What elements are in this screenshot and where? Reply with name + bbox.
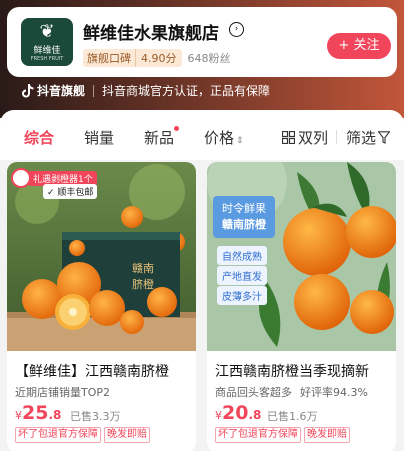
product-image[interactable]: 时令鲜果 赣南脐橙 自然成熟 产地直发 皮薄多汁 <box>207 162 396 351</box>
product-subtitle-text: 商品回头客超多 <box>215 386 292 399</box>
logo-subtext: FRESH FRUIT <box>30 55 64 62</box>
sort-comprehensive[interactable]: 综合 <box>24 127 54 148</box>
shop-info-card: ❦ 鲜维佳 FRESH FRUIT 鲜维佳水果旗舰店 › 旗舰口碑 4.90分 … <box>7 7 397 77</box>
product-subtitle: 商品回头客超多 好评率94.3% <box>215 384 368 400</box>
product-tags: 坏了包退官方保障 晚发即赔 <box>15 427 153 443</box>
price-integer: 25 <box>22 402 49 424</box>
rating-score: 4.90分 <box>135 49 182 67</box>
product-title[interactable]: 【鲜维佳】江西赣南脐橙 <box>15 361 169 381</box>
product-card[interactable]: 赣南 脐橙 礼遇剥橙器1个 ✓ 顺丰包邮 【鲜维佳】江西赣南脐橙 近期店铺销量T… <box>7 162 196 451</box>
price-decimal: .8 <box>48 408 62 422</box>
filter-label: 筛选 <box>346 129 377 147</box>
sort-price[interactable]: 价格 ⇕ <box>204 127 244 148</box>
layout-label: 双列 <box>298 129 329 147</box>
price-symbol: ¥ <box>15 409 22 422</box>
sort-updown-icon: ⇕ <box>236 136 244 146</box>
price-symbol: ¥ <box>215 409 222 422</box>
follow-button[interactable]: + 关注 <box>327 33 391 59</box>
season-banner-subtitle: 赣南脐橙 <box>222 218 266 231</box>
leaf-logo-icon: ❦ <box>39 20 55 42</box>
price-decimal: .8 <box>248 408 262 422</box>
product-subtitle-text: 近期店铺销量TOP2 <box>15 386 111 399</box>
divider <box>93 84 95 97</box>
sort-bar: 综合 销量 新品 价格 ⇕ 双列 筛选 <box>0 110 404 160</box>
late-shipment-tag: 晚发即赔 <box>304 427 350 443</box>
shop-name[interactable]: 鲜维佳水果旗舰店 <box>83 19 219 44</box>
chevron-right-icon[interactable]: › <box>229 22 244 37</box>
product-card[interactable]: 时令鲜果 赣南脐橙 自然成熟 产地直发 皮薄多汁 江西赣南脐橙当季现摘新 商品回… <box>207 162 396 451</box>
rating-label: 旗舰口碑 <box>83 49 135 67</box>
feature-tag: 皮薄多汁 <box>217 286 267 305</box>
price-integer: 20 <box>222 402 249 424</box>
shipping-badge-text: 顺丰包邮 <box>57 188 94 198</box>
layout-toggle[interactable]: 双列 <box>282 127 328 148</box>
product-price: ¥20.8 <box>215 402 261 424</box>
logo-text: 鲜维佳 <box>33 45 61 56</box>
shop-logo[interactable]: ❦ 鲜维佳 FRESH FRUIT <box>21 18 73 66</box>
positive-rate: 好评率94.3% <box>300 386 368 399</box>
new-dot-indicator <box>174 126 179 131</box>
season-banner: 时令鲜果 赣南脐橙 <box>213 196 275 238</box>
product-price: ¥25.8 <box>15 402 61 424</box>
sold-count: 已售3.3万 <box>70 410 121 423</box>
filter-button[interactable]: 筛选 <box>346 127 391 148</box>
tiktok-icon <box>22 83 34 97</box>
feature-tag: 自然成熟 <box>217 246 267 265</box>
sold-count: 已售1.6万 <box>267 410 318 423</box>
svg-text:赣南: 赣南 <box>132 261 154 275</box>
official-certification-bar[interactable]: 抖音旗舰 抖音商城官方认证，正品有保障 <box>22 82 270 99</box>
season-banner-title: 时令鲜果 <box>222 202 266 215</box>
product-image[interactable]: 赣南 脐橙 礼遇剥橙器1个 ✓ 顺丰包邮 <box>7 162 196 351</box>
filter-icon <box>378 131 391 144</box>
product-title[interactable]: 江西赣南脐橙当季现摘新 <box>215 361 369 381</box>
shipping-badge: ✓ 顺丰包邮 <box>43 184 98 199</box>
guarantee-tag: 坏了包退官方保障 <box>215 427 301 443</box>
peeler-icon <box>11 168 31 188</box>
sort-price-label: 价格 <box>204 129 235 147</box>
divider <box>336 130 337 144</box>
sort-sales[interactable]: 销量 <box>84 127 114 148</box>
product-subtitle: 近期店铺销量TOP2 <box>15 384 110 400</box>
official-brand-label: 抖音旗舰 <box>37 84 86 98</box>
official-text: 抖音商城官方认证，正品有保障 <box>102 84 271 98</box>
sort-new[interactable]: 新品 <box>144 127 174 148</box>
late-shipment-tag: 晚发即赔 <box>104 427 150 443</box>
svg-text:脐橙: 脐橙 <box>132 277 154 291</box>
fans-count: 648粉丝 <box>187 52 231 65</box>
shop-rating: 旗舰口碑 4.90分 648粉丝 <box>83 49 231 67</box>
grid-icon <box>282 131 295 144</box>
feature-tag: 产地直发 <box>217 266 267 285</box>
product-tags: 坏了包退官方保障 晚发即赔 <box>215 427 353 443</box>
guarantee-tag: 坏了包退官方保障 <box>15 427 101 443</box>
